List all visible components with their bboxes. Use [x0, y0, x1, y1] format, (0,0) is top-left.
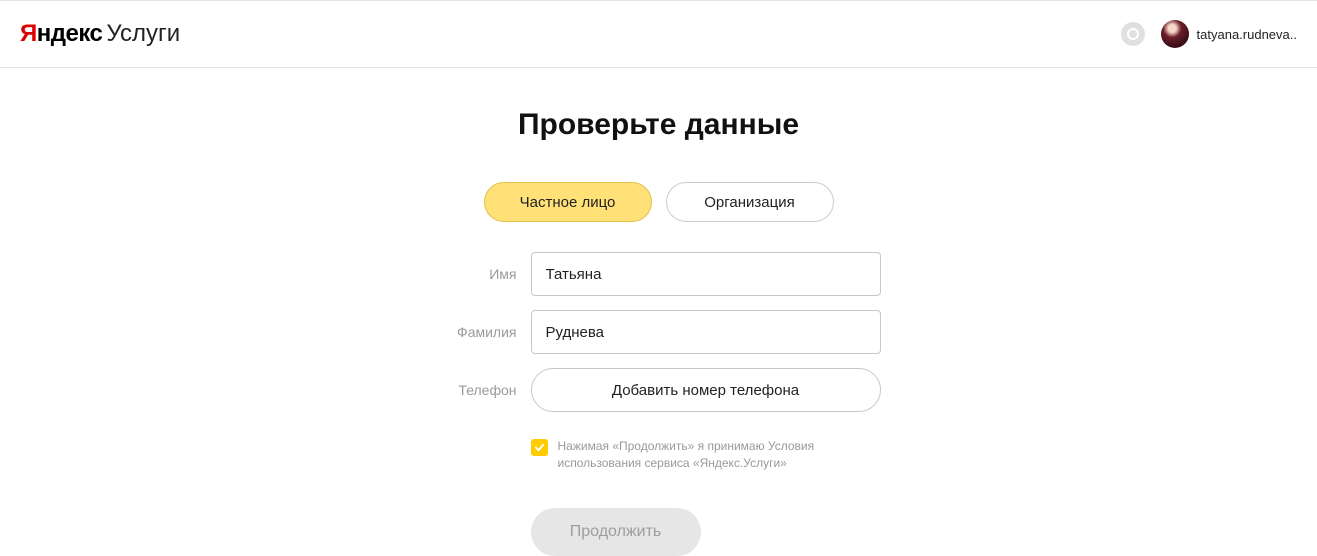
last-name-row: Фамилия — [437, 310, 881, 354]
consent-before: Нажимая «Продолжить» я принимаю — [558, 439, 768, 453]
account-type-tabs: Частное лицо Организация — [484, 182, 834, 222]
logo-yandex: Яндекс — [20, 20, 102, 48]
check-icon — [534, 442, 545, 453]
header-right: tatyana.rudneva.. — [1121, 20, 1297, 48]
consent-checkbox[interactable] — [531, 439, 548, 456]
consent-text: Нажимая «Продолжить» я принимаю Условия … — [558, 438, 881, 472]
user-menu[interactable]: tatyana.rudneva.. — [1161, 20, 1297, 48]
phone-row: Телефон Добавить номер телефона — [437, 368, 881, 412]
avatar — [1161, 20, 1189, 48]
tab-individual[interactable]: Частное лицо — [484, 182, 652, 222]
last-name-input[interactable] — [531, 310, 881, 354]
first-name-input[interactable] — [531, 252, 881, 296]
username: tatyana.rudneva.. — [1197, 27, 1297, 42]
first-name-label: Имя — [437, 266, 517, 282]
search-icon[interactable] — [1121, 22, 1145, 46]
consent-row: Нажимая «Продолжить» я принимаю Условия … — [531, 438, 881, 472]
continue-button[interactable]: Продолжить — [531, 508, 701, 556]
last-name-label: Фамилия — [437, 324, 517, 340]
logo-services: Услуги — [106, 20, 180, 48]
header: Яндекс Услуги tatyana.rudneva.. — [0, 0, 1317, 68]
form: Имя Фамилия Телефон Добавить номер телеф… — [437, 252, 881, 556]
page-title: Проверьте данные — [518, 108, 799, 142]
phone-label: Телефон — [437, 382, 517, 398]
first-name-row: Имя — [437, 252, 881, 296]
add-phone-button[interactable]: Добавить номер телефона — [531, 368, 881, 412]
main: Проверьте данные Частное лицо Организаци… — [0, 68, 1317, 556]
tab-organization[interactable]: Организация — [666, 182, 834, 222]
logo[interactable]: Яндекс Услуги — [20, 20, 180, 48]
